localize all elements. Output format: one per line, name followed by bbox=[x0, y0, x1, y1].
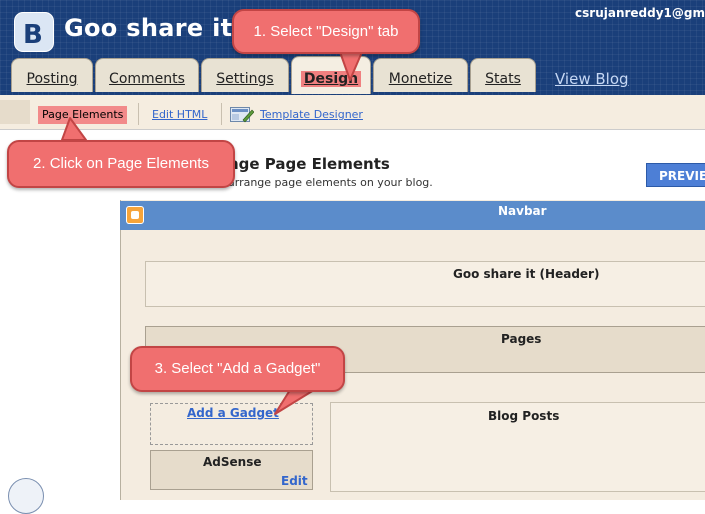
subnav-divider bbox=[138, 103, 139, 125]
page-subtitle: arrange page elements on your blog. bbox=[228, 176, 433, 189]
page-title: nge Page Elements bbox=[228, 155, 390, 173]
user-email: csrujanreddy1@gm bbox=[575, 6, 705, 20]
blogger-logo-icon[interactable]: B bbox=[14, 12, 54, 52]
add-gadget-link[interactable]: Add a Gadget bbox=[187, 406, 279, 420]
header-widget-label: Goo share it (Header) bbox=[453, 267, 600, 281]
callout-add-gadget: 3. Select "Add a Gadget" bbox=[130, 346, 345, 392]
callout-page-elements: 2. Click on Page Elements bbox=[7, 140, 235, 188]
navbar-blogger-icon bbox=[126, 206, 144, 224]
callout-select-design: 1. Select "Design" tab bbox=[232, 9, 420, 54]
navbar-widget[interactable] bbox=[120, 201, 705, 230]
subtab-template-designer[interactable]: Template Designer bbox=[260, 108, 363, 121]
scroll-button-icon[interactable] bbox=[8, 478, 44, 514]
tab-monetize[interactable]: Monetize bbox=[373, 58, 468, 92]
tab-comments[interactable]: Comments bbox=[95, 58, 199, 92]
tab-design-label: Design bbox=[300, 71, 362, 87]
view-blog-link[interactable]: View Blog bbox=[555, 70, 629, 88]
adsense-label: AdSense bbox=[203, 455, 262, 469]
preview-button[interactable]: PREVIE bbox=[646, 163, 705, 187]
navbar-label: Navbar bbox=[498, 204, 547, 218]
pages-widget-label: Pages bbox=[501, 332, 542, 346]
subtab-page-elements[interactable]: Page Elements bbox=[38, 106, 128, 124]
logo-letter: B bbox=[23, 20, 43, 50]
blog-title: Goo share it bbox=[64, 14, 233, 42]
subtab-edit-html[interactable]: Edit HTML bbox=[152, 108, 207, 121]
tab-stats[interactable]: Stats bbox=[470, 58, 536, 92]
header-widget[interactable] bbox=[145, 261, 705, 307]
adsense-edit-link[interactable]: Edit bbox=[281, 474, 308, 488]
tab-settings[interactable]: Settings bbox=[201, 58, 289, 92]
blog-posts-label: Blog Posts bbox=[488, 409, 560, 423]
tab-posting[interactable]: Posting bbox=[11, 58, 93, 92]
subnav-spacer bbox=[0, 100, 30, 124]
subnav-divider bbox=[221, 103, 222, 125]
tab-design[interactable]: Design bbox=[291, 56, 371, 94]
template-designer-icon[interactable] bbox=[230, 106, 254, 123]
